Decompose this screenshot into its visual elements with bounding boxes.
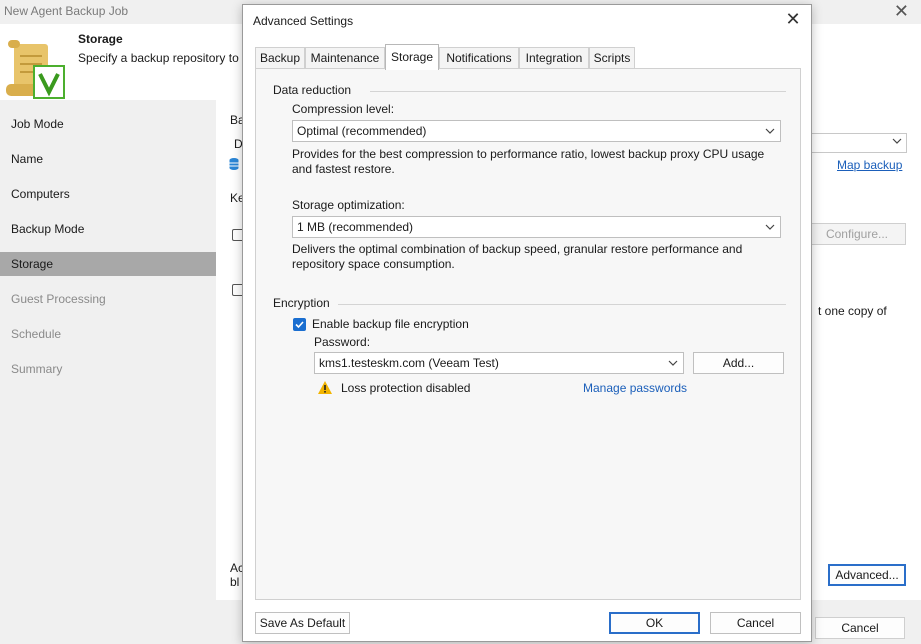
encryption-heading: Encryption bbox=[273, 296, 330, 310]
chevron-down-icon bbox=[765, 128, 775, 134]
chevron-down-icon bbox=[892, 138, 902, 144]
tab-backup[interactable]: Backup bbox=[255, 47, 305, 69]
chevron-down-icon bbox=[765, 224, 775, 230]
warning-icon bbox=[318, 381, 332, 394]
password-dropdown[interactable]: kms1.testeskm.com (Veeam Test) bbox=[314, 352, 684, 374]
tab-maintenance[interactable]: Maintenance bbox=[305, 47, 385, 69]
ok-button[interactable]: OK bbox=[609, 612, 700, 634]
copy-desc-fragment: t one copy of bbox=[818, 304, 887, 318]
sidebar-item-summary: Summary bbox=[11, 362, 63, 376]
compression-level-dropdown[interactable]: Optimal (recommended) bbox=[292, 120, 781, 142]
advanced-desc-fragment-2: bl bbox=[230, 575, 240, 589]
add-password-button[interactable]: Add... bbox=[693, 352, 784, 374]
manage-passwords-link[interactable]: Manage passwords bbox=[583, 381, 687, 395]
wizard-step-title: Storage bbox=[78, 32, 123, 46]
tab-integration[interactable]: Integration bbox=[519, 47, 589, 69]
storage-optimization-dropdown[interactable]: 1 MB (recommended) bbox=[292, 216, 781, 238]
sidebar-item-storage[interactable]: Storage bbox=[0, 252, 216, 276]
checkmark-icon bbox=[295, 321, 304, 329]
configure-button[interactable]: Configure... bbox=[808, 223, 906, 245]
cancel-button[interactable]: Cancel bbox=[710, 612, 801, 634]
wizard-title: New Agent Backup Job bbox=[4, 4, 129, 18]
data-reduction-heading: Data reduction bbox=[273, 83, 352, 97]
repository-dropdown[interactable] bbox=[805, 133, 907, 153]
sidebar-item-backup-mode[interactable]: Backup Mode bbox=[0, 217, 216, 241]
map-backup-link[interactable]: Map backup bbox=[837, 158, 902, 172]
storage-optimization-label: Storage optimization: bbox=[292, 198, 405, 212]
sidebar-item-computers[interactable]: Computers bbox=[0, 182, 216, 206]
divider bbox=[338, 304, 786, 305]
sidebar-item-job-mode[interactable]: Job Mode bbox=[0, 112, 216, 136]
compression-level-description: Provides for the best compression to per… bbox=[292, 147, 765, 176]
enable-encryption-checkbox[interactable] bbox=[293, 318, 306, 331]
divider bbox=[370, 91, 786, 92]
compression-level-label: Compression level: bbox=[292, 102, 395, 116]
wizard-sidebar: Job Mode Name Computers Backup Mode Stor… bbox=[0, 100, 216, 600]
enable-encryption-label[interactable]: Enable backup file encryption bbox=[312, 317, 469, 331]
dialog-close-icon[interactable]: ✕ bbox=[783, 9, 803, 29]
password-label: Password: bbox=[314, 335, 371, 349]
tab-storage[interactable]: Storage bbox=[385, 44, 439, 70]
advanced-settings-dialog: Advanced Settings ✕ Backup Maintenance S… bbox=[242, 4, 812, 642]
compression-level-value: Optimal (recommended) bbox=[297, 124, 427, 138]
dialog-title: Advanced Settings bbox=[253, 14, 354, 28]
advanced-button[interactable]: Advanced... bbox=[828, 564, 906, 586]
database-icon bbox=[229, 158, 239, 170]
chevron-down-icon bbox=[668, 360, 678, 366]
sidebar-item-name[interactable]: Name bbox=[0, 147, 216, 171]
password-value: kms1.testeskm.com (Veeam Test) bbox=[319, 356, 499, 370]
wizard-close-icon[interactable]: ✕ bbox=[894, 1, 909, 22]
storage-tab-panel: Data reduction Compression level: Optima… bbox=[255, 68, 801, 600]
wizard-step-description: Specify a backup repository to s bbox=[78, 51, 249, 65]
tab-scripts[interactable]: Scripts bbox=[589, 47, 635, 69]
sidebar-item-schedule: Schedule bbox=[11, 327, 62, 341]
storage-optimization-description: Delivers the optimal combination of back… bbox=[292, 242, 743, 271]
save-as-default-button[interactable]: Save As Default bbox=[255, 612, 350, 634]
loss-protection-warning: Loss protection disabled bbox=[341, 381, 471, 395]
storage-optimization-value: 1 MB (recommended) bbox=[297, 220, 414, 234]
tab-notifications[interactable]: Notifications bbox=[439, 47, 519, 69]
wizard-cancel-button[interactable]: Cancel bbox=[815, 617, 905, 639]
sidebar-item-guest-processing: Guest Processing bbox=[11, 292, 106, 306]
